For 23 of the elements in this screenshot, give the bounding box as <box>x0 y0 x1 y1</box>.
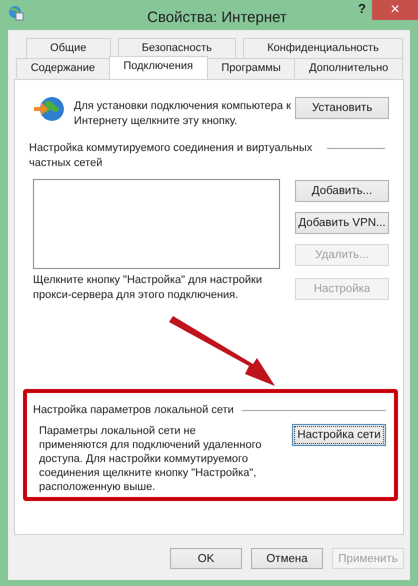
lan-heading: Настройка параметров локальной сети <box>33 403 234 418</box>
setup-button[interactable]: Установить <box>295 97 389 119</box>
tab[interactable]: Конфиденциальность <box>243 38 404 58</box>
dialup-heading: Настройка коммутируемого соединения и виртуальных частных сетей <box>29 141 314 171</box>
window-title: Свойства: Интернет <box>147 8 287 26</box>
dialup-button[interactable]: Добавить... <box>295 180 389 202</box>
dialog-button[interactable]: Отмена <box>251 548 323 569</box>
tab[interactable]: Подключения <box>108 56 208 79</box>
dialup-button[interactable]: Добавить VPN... <box>295 212 389 234</box>
close-button[interactable]: × <box>372 0 418 20</box>
connections-list[interactable] <box>33 179 280 269</box>
lan-settings-button[interactable]: Настройка сети <box>292 424 386 446</box>
help-button[interactable]: ? <box>358 1 366 16</box>
globe-icon <box>33 94 65 124</box>
lan-description: Параметры локальной сети не применяются для подключений удаленного доступа. Для настройки коммутируемого соединения щелкните кнопку "Настройка", расположенную выше. <box>39 424 262 494</box>
proxy-description: Щелкните кнопку "Настройка" для настройки прокси-сервера для этого подключения. <box>33 273 263 303</box>
tab[interactable]: Общие <box>26 38 111 58</box>
setup-description: Для установки подключения компьютера к Интернету щелкните эту кнопку. <box>74 99 292 129</box>
tab[interactable]: Дополнительно <box>294 58 403 78</box>
tab[interactable]: Безопасность <box>118 38 236 58</box>
tab[interactable]: Содержание <box>16 58 110 78</box>
app-icon <box>8 5 24 21</box>
dialog-button[interactable]: OK <box>170 548 242 569</box>
